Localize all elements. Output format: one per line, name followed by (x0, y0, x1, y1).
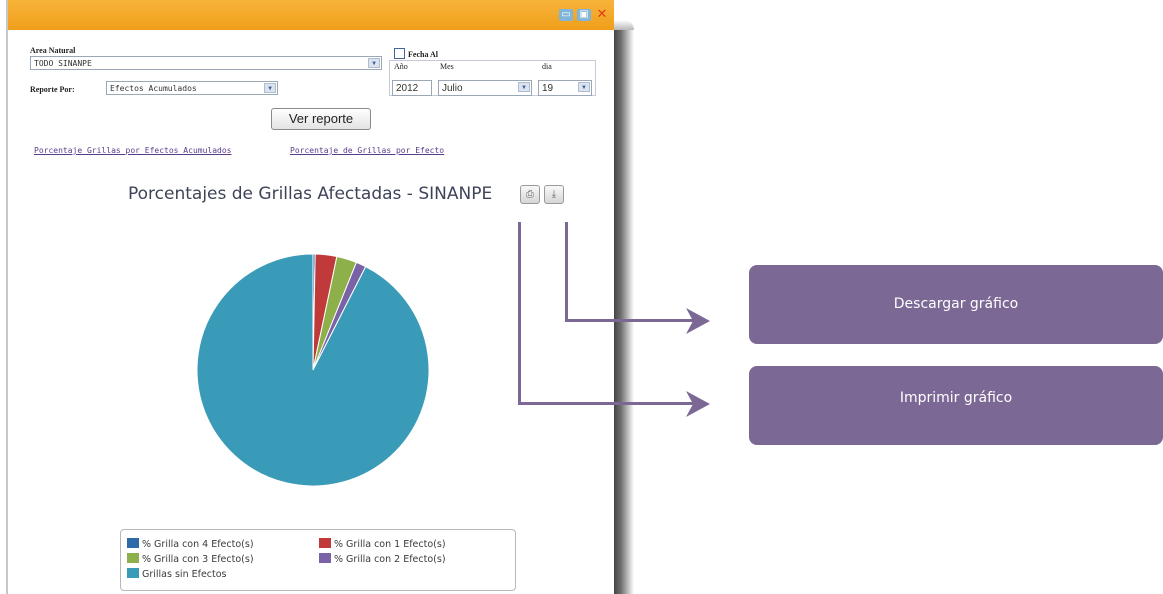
dia-select[interactable]: 19 ▼ (538, 80, 592, 96)
area-natural-select[interactable]: TODO SINANPE ▼ (30, 56, 382, 70)
pie-chart (196, 253, 430, 487)
link-porcentaje-por-efecto[interactable]: Porcentaje de Grillas por Efecto (290, 146, 444, 155)
connector-download-vertical (565, 222, 568, 322)
legend-item: % Grilla con 1 Efecto(s) (319, 538, 446, 551)
reporte-por-label: Reporte Por: (30, 85, 75, 94)
area-natural-label: Area Natural (30, 46, 76, 55)
chevron-down-icon: ▼ (518, 82, 530, 92)
printer-icon: ⎙ (526, 189, 534, 200)
reporte-por-value: Efectos Acumulados (110, 84, 197, 93)
legend-item: % Grilla con 2 Efecto(s) (319, 553, 446, 566)
connector-print-vertical (518, 222, 521, 405)
dia-label: dia (542, 62, 552, 71)
window-titlebar: ▭ ▣ ✕ (8, 0, 614, 30)
mes-value: Julio (442, 83, 463, 94)
callout-imprimir: Imprimir gráfico (749, 366, 1163, 445)
chevron-down-icon: ▼ (264, 83, 276, 93)
legend-label: % Grilla con 3 Efecto(s) (142, 554, 254, 565)
anio-input[interactable]: 2012 (392, 80, 432, 96)
legend-item: % Grilla con 3 Efecto(s) (127, 553, 254, 566)
legend-swatch (127, 568, 139, 578)
dia-value: 19 (542, 83, 554, 94)
arrow-right-icon (686, 391, 710, 417)
area-natural-value: TODO SINANPE (34, 59, 92, 68)
mes-select[interactable]: Julio ▼ (438, 80, 532, 96)
connector-print-horizontal (518, 402, 693, 405)
mes-label: Mes (440, 62, 454, 71)
pie-slice-4 (196, 253, 430, 487)
chevron-down-icon: ▼ (578, 82, 590, 92)
chevron-down-icon: ▼ (368, 58, 380, 68)
maximize-button[interactable]: ▣ (577, 9, 591, 21)
legend-swatch (319, 538, 331, 548)
fecha-checkbox[interactable] (394, 48, 405, 59)
report-window: ▭ ▣ ✕ Area Natural TODO SINANPE ▼ Report… (6, 0, 614, 594)
download-icon: ⤓ (551, 189, 557, 200)
chart-title: Porcentajes de Grillas Afectadas - SINAN… (128, 184, 493, 204)
anio-label: Año (394, 62, 408, 71)
legend-swatch (319, 553, 331, 563)
link-porcentaje-acumulados[interactable]: Porcentaje Grillas por Efectos Acumulado… (34, 146, 231, 155)
ver-reporte-button[interactable]: Ver reporte (271, 108, 371, 130)
minimize-button[interactable]: ▭ (559, 9, 573, 21)
fecha-label: Fecha Al (408, 50, 438, 59)
chart-legend: % Grilla con 4 Efecto(s) % Grilla con 1 … (120, 529, 516, 591)
legend-item: Grillas sin Efectos (127, 568, 227, 581)
legend-item: % Grilla con 4 Efecto(s) (127, 538, 254, 551)
legend-swatch (127, 538, 139, 548)
print-chart-button[interactable]: ⎙ (520, 185, 540, 204)
legend-label: % Grilla con 2 Efecto(s) (334, 554, 446, 565)
legend-label: Grillas sin Efectos (142, 569, 227, 580)
download-chart-button[interactable]: ⤓ (544, 185, 564, 204)
close-button[interactable]: ✕ (595, 8, 609, 21)
callout-descargar: Descargar gráfico (749, 265, 1163, 344)
legend-label: % Grilla con 4 Efecto(s) (142, 539, 254, 550)
legend-swatch (127, 553, 139, 563)
reporte-por-select[interactable]: Efectos Acumulados ▼ (106, 81, 278, 95)
connector-download-horizontal (565, 319, 693, 322)
legend-label: % Grilla con 1 Efecto(s) (334, 539, 446, 550)
arrow-right-icon (686, 308, 710, 334)
window-shadow (612, 30, 634, 594)
